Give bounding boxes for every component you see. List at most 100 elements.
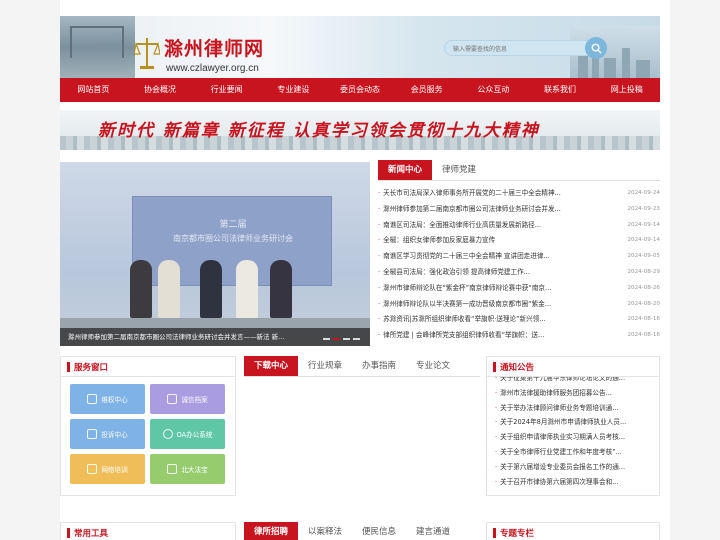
slide-dot[interactable]: [343, 338, 350, 340]
news-date: 2024-09-14: [627, 221, 660, 228]
service-complaint-center[interactable]: 投诉中心: [70, 419, 145, 449]
board-title: 第二届: [219, 220, 247, 230]
header-building-image: [60, 16, 135, 78]
tab-guide[interactable]: 办事指南: [352, 356, 406, 376]
slide-dot[interactable]: [353, 338, 360, 340]
tools-panel: 常用工具: [60, 522, 236, 540]
news-title[interactable]: 全椒：组织女律师参加反家庭暴力宣传: [378, 233, 588, 249]
service-label: 网络培训: [101, 466, 128, 474]
list-item[interactable]: 关于全市律师行业党建工作和年度考核”...: [487, 445, 667, 460]
service-label: 投诉中心: [101, 431, 128, 439]
service-rights-center[interactable]: 维权中心: [70, 384, 145, 414]
news-title[interactable]: 南谯区学习贯彻党的二十届三中全会精神 宣讲团走进律...: [378, 249, 588, 265]
service-window-panel: 服务窗口 维权中心 诚信档案 投诉中心 OA办公系统 网络培训 北大法宝: [60, 356, 236, 496]
nav-contact[interactable]: 联系我们: [527, 78, 594, 102]
tab-download-center[interactable]: 下载中心: [244, 356, 299, 376]
list-item[interactable]: 关于召开市律协第六届第四次理事会和...: [487, 475, 667, 490]
list-item[interactable]: 南谯区司法局：全面推动律师行业高质量发展新路径... 2024-09-14: [378, 218, 660, 234]
news-date: 2024-09-23: [627, 205, 660, 212]
slide-dot[interactable]: [323, 338, 330, 340]
nav-member-service[interactable]: 会员服务: [393, 78, 460, 102]
news-title[interactable]: 滁州律师辩论队以半决赛第一成功晋级南京都市圈“紫金...: [378, 297, 588, 313]
tab-suggestions[interactable]: 建言通道: [406, 522, 460, 540]
list-item[interactable]: 关于组织申请律师执业实习期满人员考核...: [487, 430, 667, 445]
search-icon: [591, 43, 602, 54]
news-title[interactable]: 天长市司法局深入律师事务所开展党的二十届三中全会精神...: [378, 186, 588, 202]
slide-dot-active[interactable]: [333, 338, 340, 340]
nav-industry-news[interactable]: 行业要闻: [193, 78, 260, 102]
tab-regulations[interactable]: 行业规章: [298, 356, 352, 376]
news-title[interactable]: 全椒县司法局：强化政治引领 提高律师党建工作...: [378, 265, 588, 281]
shield-icon: [87, 394, 98, 404]
service-label: 维权中心: [101, 396, 128, 404]
list-item[interactable]: 南谯区学习贯彻党的二十届三中全会精神 宣讲团走进律... 2024-09-05: [378, 249, 660, 265]
list-item[interactable]: 全椒县司法局：强化政治引领 提高律师党建工作... 2024-08-29: [378, 265, 660, 281]
list-item[interactable]: 全椒：组织女律师参加反家庭暴力宣传 2024-09-14: [378, 233, 660, 249]
service-oa-system[interactable]: OA办公系统: [150, 419, 225, 449]
list-item[interactable]: 关于2024年8月滁州市申请律师执业人员...: [487, 415, 667, 430]
news-title[interactable]: 苏滁资讯|苏滁所组织律师收看“举旗帜·送理论”新兴领...: [378, 312, 588, 328]
list-item[interactable]: 滁州市律师辩论队在“紫金杯”南京律师辩论赛中获“南京... 2024-08-26: [378, 281, 660, 297]
site-header: 滁州律师网 www.czlawyer.org.cn: [60, 16, 660, 78]
service-credit-archive[interactable]: 诚信档案: [150, 384, 225, 414]
list-item[interactable]: 律所党建 | 会峰律所党支部组织律师收看“举旗帜：送... 2024-08-16: [378, 328, 660, 344]
tab-recruitment[interactable]: 律所招聘: [244, 522, 299, 540]
news-title[interactable]: 南谯区司法局：全面推动律师行业高质量发展新路径...: [378, 218, 588, 234]
news-title[interactable]: 律所党建 | 会峰律所党支部组织律师收看“举旗帜：送...: [378, 328, 588, 344]
bottom-tabs: 律所招聘 以案释法 便民信息 建言通道: [244, 522, 480, 540]
nav-committee[interactable]: 委员会动态: [327, 78, 394, 102]
notice-panel: 通知公告 关于征集第十九届华东律师论坛论文的通... 滁州市法律援助律师服务团招…: [486, 356, 660, 496]
search-button[interactable]: [585, 37, 607, 59]
book-icon: [167, 464, 178, 474]
list-item[interactable]: 关于第六届增设专业委员会报名工作的通...: [487, 460, 667, 475]
list-item[interactable]: 滁州市法律援助律师服务团招募公告...: [487, 386, 667, 401]
file-icon: [167, 394, 178, 404]
slide-person: [270, 260, 292, 318]
list-item[interactable]: 苏滁资讯|苏滁所组织律师收看“举旗帜·送理论”新兴领... 2024-08-16: [378, 312, 660, 328]
service-label: 诚信档案: [181, 396, 208, 404]
list-item[interactable]: 关于征集第十九届华东律师论坛论文的通...: [487, 377, 667, 386]
news-date: 2024-08-29: [627, 268, 660, 275]
tools-title: 常用工具: [61, 523, 235, 540]
slide-dots: [323, 338, 360, 340]
nav-about[interactable]: 协会概况: [127, 78, 194, 102]
nav-public-interaction[interactable]: 公众互动: [460, 78, 527, 102]
justice-scale-icon: [134, 38, 160, 69]
nav-specialty[interactable]: 专业建设: [260, 78, 327, 102]
slide-person: [236, 260, 258, 318]
service-pkulaw[interactable]: 北大法宝: [150, 454, 225, 484]
tab-papers[interactable]: 专业论文: [406, 356, 460, 376]
nav-submit[interactable]: 网上投稿: [593, 78, 660, 102]
list-item[interactable]: 滁州律师参加第二届南京都市圈公司法律师业务研讨会并发... 2024-09-23: [378, 202, 660, 218]
news-date: 2024-08-20: [627, 300, 660, 307]
site-url: www.czlawyer.org.cn: [166, 63, 259, 74]
service-window-title: 服务窗口: [61, 357, 235, 377]
list-item[interactable]: 滁州律师辩论队以半决赛第一成功晋级南京都市圈“紫金... 2024-08-20: [378, 297, 660, 313]
news-title[interactable]: 滁州律师参加第二届南京都市圈公司法律师业务研讨会并发...: [378, 202, 588, 218]
site-title[interactable]: 滁州律师网: [164, 34, 264, 61]
tab-party-building[interactable]: 律师党建: [432, 160, 486, 180]
list-item[interactable]: 天长市司法局深入律师事务所开展党的二十届三中全会精神... 2024-09-24: [378, 186, 660, 202]
news-date: 2024-08-26: [627, 284, 660, 291]
tab-public-info[interactable]: 便民信息: [352, 522, 406, 540]
list-item[interactable]: 关于举办法律顾问律师业务专题培训通...: [487, 401, 667, 416]
slide-person: [200, 260, 222, 318]
slide-person: [158, 260, 180, 318]
service-label: 北大法宝: [181, 466, 208, 474]
service-online-training[interactable]: 网络培训: [70, 454, 145, 484]
tab-case-law[interactable]: 以案释法: [298, 522, 352, 540]
search-input[interactable]: [453, 44, 573, 54]
tab-news-center[interactable]: 新闻中心: [378, 160, 433, 180]
news-date: 2024-08-16: [627, 316, 660, 323]
news-title[interactable]: 滁州市律师辩论队在“紫金杯”南京律师辩论赛中获“南京...: [378, 281, 588, 297]
nav-home[interactable]: 网站首页: [60, 78, 127, 102]
monitor-icon: [87, 464, 98, 474]
news-slideshow[interactable]: 第二届 南京都市圈公司法律师业务研讨会 滁州律师参加第二届南京都市圈公司法律师业…: [60, 162, 370, 346]
download-tabs: 下载中心 行业规章 办事指南 专业论文: [244, 356, 480, 377]
slide-caption[interactable]: 滁州律师参加第二届南京都市圈公司法律师业务研讨会并发言——新法 新...: [60, 328, 370, 346]
promo-banner[interactable]: 新时代 新篇章 新征程 认真学习领会贯彻十九大精神: [60, 110, 660, 150]
topics-title: 专题专栏: [487, 523, 659, 540]
news-date: 2024-09-14: [627, 237, 660, 244]
gear-icon: [162, 429, 173, 439]
notice-list: 关于征集第十九届华东律师论坛论文的通... 滁州市法律援助律师服务团招募公告..…: [487, 377, 667, 497]
